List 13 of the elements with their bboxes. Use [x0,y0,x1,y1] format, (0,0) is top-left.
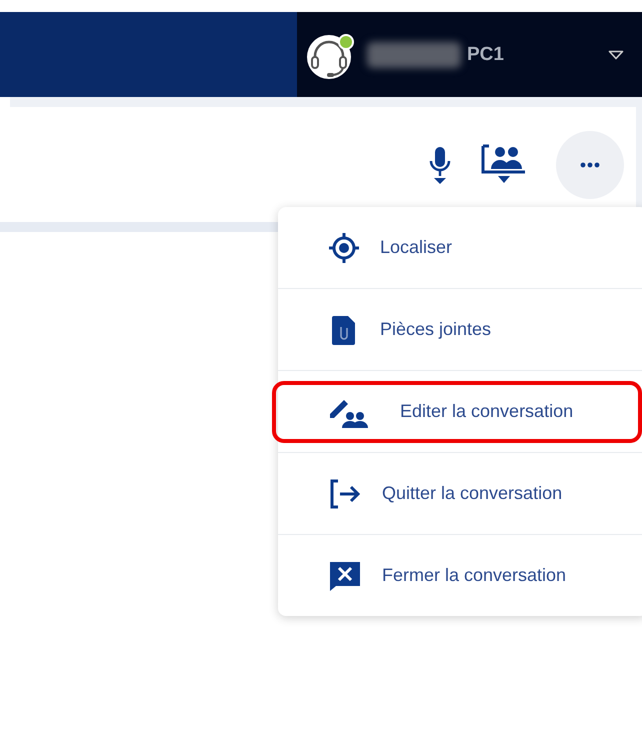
menu-item[interactable]: Localiser [272,216,642,278]
screen-participants-icon[interactable] [480,144,528,186]
more-icon [580,162,600,168]
target-icon [328,232,360,264]
close-message-icon [328,560,362,592]
microphone-icon[interactable] [428,144,452,184]
user-name: PC1 [467,44,504,66]
menu-item[interactable]: Editer la conversation [272,380,642,442]
caret-icon[interactable] [608,50,624,60]
menu-item[interactable]: Fermer la conversation [272,544,642,606]
exit-icon [328,478,362,510]
menu-item[interactable]: Pièces jointes [272,298,642,360]
menu-item[interactable]: Quitter la conversation [272,462,642,524]
